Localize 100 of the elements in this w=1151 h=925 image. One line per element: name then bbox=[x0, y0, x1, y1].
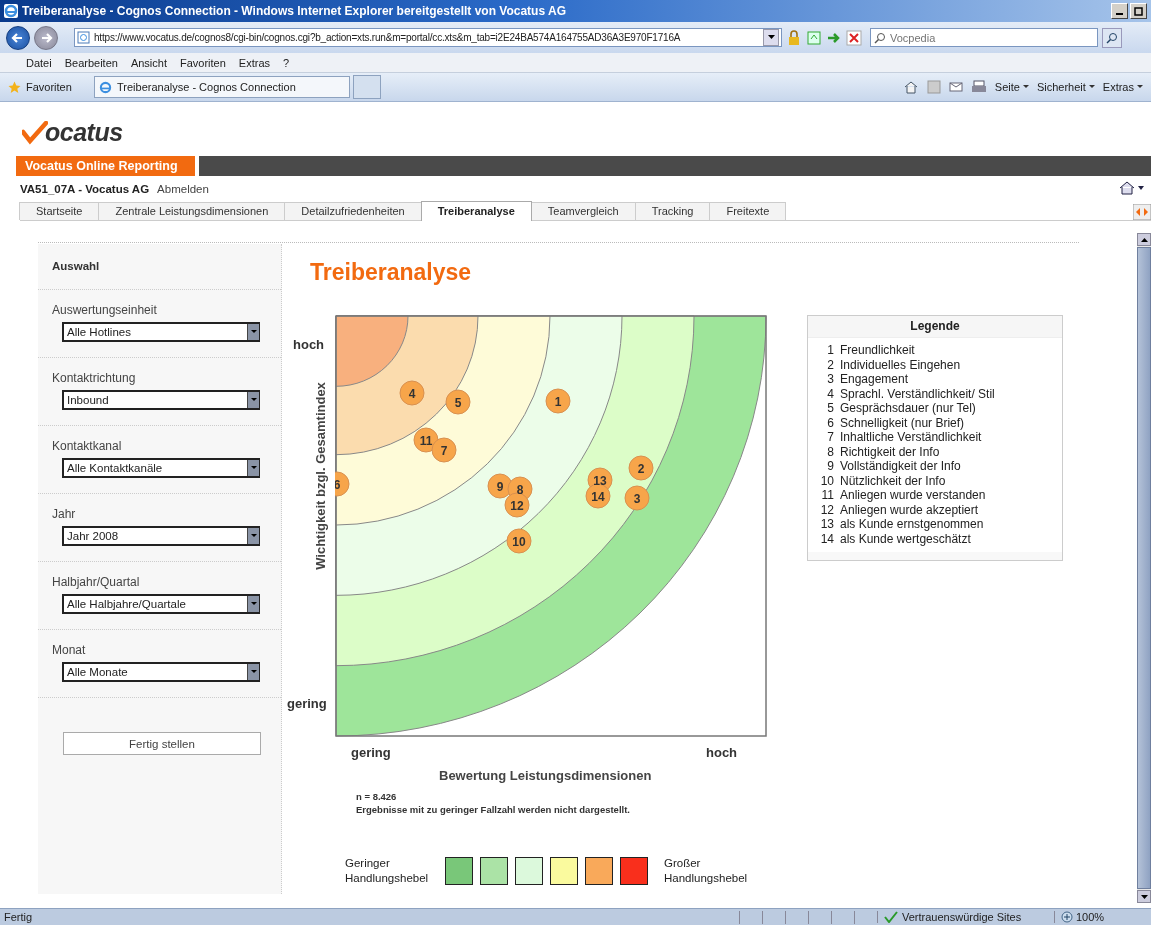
legend-text: als Kunde wertgeschätzt bbox=[840, 531, 972, 546]
finish-button[interactable]: Fertig stellen bbox=[63, 732, 261, 755]
caret-icon bbox=[250, 466, 257, 470]
data-point bbox=[445, 389, 471, 415]
axis-label: gering bbox=[287, 696, 327, 711]
address-field[interactable]: https://www.vocatus.de/cognos8/cgi-bin/cognos.cgi?b_action=xts.run&m=portal/cc.xts&m_tab=i2E24BA574A164755AD36A3E970F1716A bbox=[74, 28, 782, 47]
legend-number: 3 bbox=[826, 372, 834, 387]
data-point bbox=[585, 483, 611, 509]
caret-icon bbox=[250, 398, 257, 402]
command-menu[interactable]: Extras bbox=[1102, 81, 1143, 93]
axis-label: hoch bbox=[293, 337, 325, 352]
caret-icon bbox=[250, 602, 257, 606]
menu-item[interactable]: Datei bbox=[26, 56, 52, 69]
data-point bbox=[335, 471, 350, 497]
legend-number: 5 bbox=[826, 401, 834, 416]
forward-button[interactable] bbox=[34, 25, 58, 50]
legend-number: 11 bbox=[820, 488, 834, 503]
page-icon bbox=[77, 31, 90, 44]
scale-label: Großer Handlungshebel bbox=[664, 856, 749, 886]
forward-arrow-icon bbox=[39, 30, 53, 45]
logo: ocatus bbox=[22, 115, 123, 145]
minimize-icon bbox=[1116, 13, 1123, 15]
point-label: 8 bbox=[516, 482, 524, 497]
caret-icon bbox=[250, 330, 257, 334]
maximize-button[interactable] bbox=[1130, 3, 1147, 19]
panel-title: Auswahl bbox=[52, 260, 100, 272]
filter-dropdown[interactable]: Alle Kontaktkanäle bbox=[62, 458, 260, 478]
point-label: 9 bbox=[496, 479, 504, 494]
menu-item[interactable]: Bearbeiten bbox=[64, 56, 118, 69]
tab[interactable]: Startseite bbox=[19, 202, 100, 220]
back-button[interactable] bbox=[6, 25, 30, 50]
browser-logo-icon bbox=[99, 80, 112, 94]
home-menu-icon[interactable] bbox=[1119, 181, 1145, 195]
filter-label: Kontaktkanal bbox=[52, 439, 123, 453]
legend-text: Inhaltliche Verständlichkeit bbox=[840, 430, 983, 445]
legend-text: Schnelligkeit (nur Brief) bbox=[840, 415, 966, 430]
legend-text: Gesprächsdauer (nur Tel) bbox=[840, 401, 977, 416]
data-point bbox=[506, 528, 532, 554]
legend-text: Freundlichkeit bbox=[840, 343, 916, 358]
legend-number: 9 bbox=[826, 459, 834, 474]
filter-label: Auswertungseinheit bbox=[52, 303, 158, 317]
legend-number: 12 bbox=[819, 502, 834, 517]
browser-tab[interactable]: Treiberanalyse - Cognos Connection bbox=[94, 76, 350, 98]
data-point bbox=[624, 485, 650, 511]
data-point bbox=[399, 380, 425, 406]
data-point bbox=[504, 492, 530, 518]
mail-icon[interactable] bbox=[948, 80, 963, 94]
legend-text: Engagement bbox=[840, 372, 910, 387]
search-icon bbox=[874, 31, 886, 44]
tab[interactable]: Detailzufriedenheiten bbox=[284, 202, 422, 220]
tab[interactable]: Teamvergleich bbox=[530, 202, 636, 220]
legend-number: 6 bbox=[826, 415, 834, 430]
command-menu[interactable]: Sicherheit bbox=[1036, 81, 1095, 93]
page-heading: Treiberanalyse bbox=[310, 258, 473, 286]
point-label: 3 bbox=[633, 491, 641, 506]
compatibility-icon[interactable] bbox=[806, 29, 822, 46]
up-arrow-icon bbox=[1140, 237, 1148, 242]
stop-icon[interactable] bbox=[846, 29, 862, 46]
tab[interactable]: Freitexte bbox=[709, 202, 787, 220]
tab-scroll-icon[interactable] bbox=[1133, 204, 1151, 220]
menu-item[interactable]: Ansicht bbox=[130, 56, 167, 69]
filter-dropdown[interactable]: Inbound bbox=[62, 390, 260, 410]
minimize-button[interactable] bbox=[1111, 3, 1128, 19]
menu-item[interactable]: ? bbox=[283, 56, 290, 69]
data-point bbox=[431, 437, 457, 463]
tab[interactable]: Treiberanalyse bbox=[420, 201, 532, 221]
axis-title: Bewertung Leistungsdimensionen bbox=[439, 768, 652, 783]
scrollbar[interactable] bbox=[1137, 233, 1151, 903]
window-title: Treiberanalyse - Cognos Connection - Windows Internet Explorer bereitgestellt von Vocatus AG bbox=[22, 4, 566, 18]
filter-dropdown[interactable]: Alle Hotlines bbox=[62, 322, 260, 342]
status-text: Fertig bbox=[4, 911, 33, 923]
browser-logo-icon bbox=[4, 4, 18, 18]
legend-number: 2 bbox=[826, 357, 834, 372]
logout-link[interactable]: Abmelden bbox=[157, 183, 209, 195]
filter-dropdown[interactable]: Alle Halbjahre/Quartale bbox=[62, 594, 260, 614]
legend-text: als Kunde ernstgenommen bbox=[840, 517, 985, 532]
legend-number: 1 bbox=[826, 343, 834, 358]
point-label: 11 bbox=[419, 433, 433, 448]
axis-label: gering bbox=[351, 745, 391, 760]
legend-text: Anliegen wurde akzeptiert bbox=[840, 502, 980, 517]
printer-icon[interactable] bbox=[970, 80, 987, 94]
filter-dropdown[interactable]: Alle Monate bbox=[62, 662, 260, 682]
legend-number: 13 bbox=[819, 517, 834, 532]
search-button[interactable] bbox=[1102, 27, 1122, 48]
zoom-control[interactable]: 100% bbox=[1054, 911, 1151, 923]
command-menu[interactable]: Seite bbox=[994, 81, 1029, 93]
legend-number: 7 bbox=[826, 430, 834, 445]
search-field[interactable]: Vocpedia bbox=[870, 28, 1098, 47]
menu-item[interactable]: Favoriten bbox=[180, 56, 226, 69]
legend-text: Nützlichkeit der Info bbox=[840, 473, 947, 488]
home-icon[interactable] bbox=[902, 80, 919, 94]
filter-dropdown[interactable]: Jahr 2008 bbox=[62, 526, 260, 546]
chart-note: Ergebnisse mit zu geringer Fallzahl werden nicht dargestellt. bbox=[356, 804, 630, 815]
menu-item[interactable]: Extras bbox=[238, 56, 271, 69]
caret-icon bbox=[1137, 85, 1143, 89]
favorites-button[interactable]: Favoriten bbox=[8, 80, 88, 94]
filter-label: Kontaktrichtung bbox=[52, 371, 137, 385]
tab[interactable]: Zentrale Leistungsdimensionen bbox=[98, 202, 286, 220]
caret-icon bbox=[1022, 85, 1029, 89]
tab[interactable]: Tracking bbox=[634, 202, 711, 220]
